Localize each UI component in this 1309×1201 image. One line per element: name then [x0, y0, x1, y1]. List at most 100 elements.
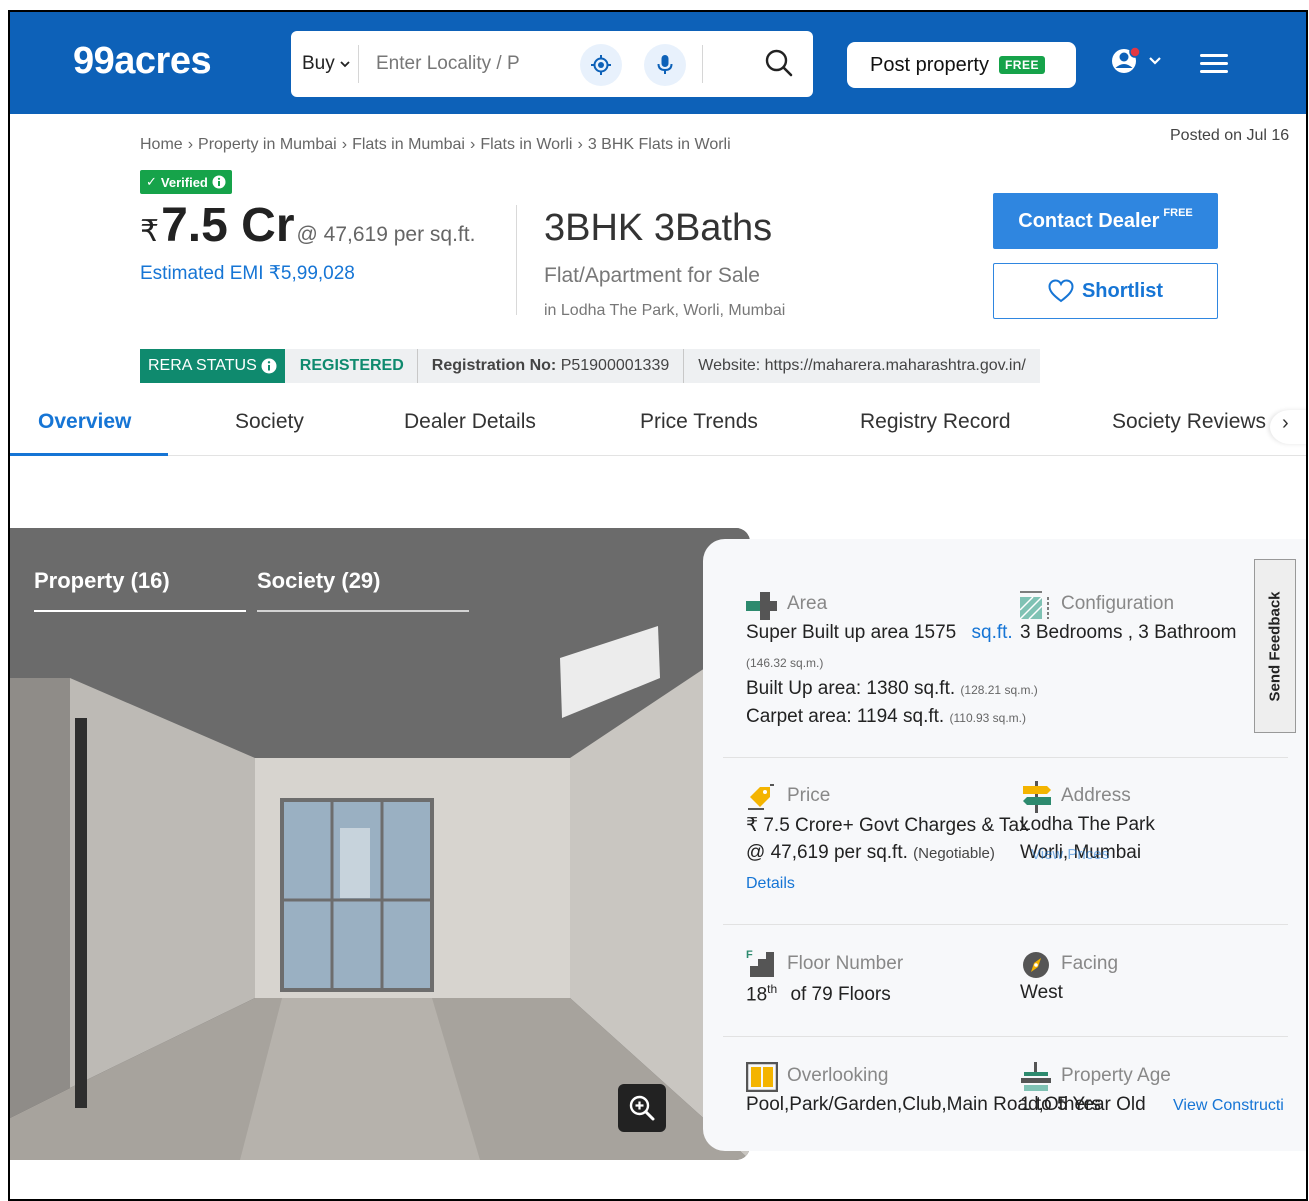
- area-label: Area: [787, 593, 828, 614]
- search-input[interactable]: [376, 49, 546, 79]
- view-prices-link[interactable]: View Prices: [1031, 846, 1109, 863]
- chevron-down-icon: [340, 61, 350, 68]
- check-icon: ✓: [146, 174, 157, 189]
- price-per-value: @ 47,619 per sq.ft.: [746, 842, 908, 863]
- property-location: in Lodha The Park, Worli, Mumbai: [544, 302, 786, 319]
- compass-icon: [1023, 952, 1049, 978]
- voice-search-button[interactable]: [644, 44, 686, 86]
- tab-overview[interactable]: Overview: [38, 410, 131, 434]
- estimated-emi-link[interactable]: Estimated EMI ₹5,99,028: [140, 262, 355, 285]
- price-tag-icon: [748, 784, 774, 810]
- breadcrumb-property-mumbai[interactable]: Property in Mumbai: [198, 136, 337, 154]
- microphone-icon: [657, 55, 673, 74]
- area-icon: [746, 592, 777, 620]
- facing-value: West: [1020, 982, 1063, 1003]
- breadcrumb-flats-worli[interactable]: Flats in Worli: [480, 136, 572, 154]
- active-tab-indicator: [10, 453, 168, 456]
- rera-website[interactable]: Website: https://maharera.maharashtra.go…: [683, 349, 1040, 383]
- hamburger-line: [1200, 70, 1228, 73]
- floor-icon: F: [746, 949, 774, 977]
- property-type: Flat/Apartment for Sale: [544, 264, 760, 287]
- tab-registry-record[interactable]: Registry Record: [860, 410, 1011, 434]
- overlooking-icon: [746, 1062, 778, 1092]
- breadcrumb-home[interactable]: Home: [140, 136, 183, 154]
- address-line-1: Lodha The Park: [1020, 814, 1155, 835]
- svg-text:F: F: [746, 949, 753, 961]
- price-block: ₹ 7.5 Cr @ 47,619 per sq.ft.: [140, 198, 475, 253]
- price-details-link[interactable]: Details: [746, 875, 795, 893]
- verified-label: Verified: [160, 174, 208, 190]
- property-details-card: Area Super Built up area 1575 sq.ft. (14…: [703, 539, 1306, 1151]
- search-button[interactable]: [761, 45, 797, 81]
- tab-society-reviews[interactable]: Society Reviews: [1112, 410, 1266, 434]
- property-age-value: 1 to 5 Year Old: [1020, 1094, 1146, 1115]
- search-divider-2: [702, 45, 703, 83]
- registration-label: Registration No:: [431, 357, 557, 374]
- registration-number: P51900001339: [560, 357, 670, 374]
- facing-label: Facing: [1061, 953, 1119, 974]
- carpet-value: Carpet area: 1194 sq.ft.: [746, 706, 945, 727]
- configuration-value: 3 Bedrooms , 3 Bathroom: [1020, 622, 1237, 643]
- buy-label: Buy: [302, 53, 335, 74]
- send-feedback-tab[interactable]: Send Feedback: [1254, 559, 1296, 733]
- tabs-next-arrow-icon[interactable]: ›: [1270, 410, 1306, 444]
- tab-price-trends[interactable]: Price Trends: [640, 410, 758, 434]
- tab-society[interactable]: Society: [235, 410, 304, 434]
- search-bar: Buy: [291, 31, 813, 97]
- shortlist-button[interactable]: Shortlist: [993, 263, 1218, 319]
- price-label: Price: [787, 785, 831, 806]
- hamburger-line: [1200, 62, 1228, 65]
- overlooking-label: Overlooking: [787, 1065, 889, 1086]
- super-built-up-sqm: (146.32 sq.m.): [746, 656, 824, 670]
- property-photo: [10, 528, 750, 1160]
- address-label: Address: [1061, 785, 1131, 806]
- price-per-sqft: @ 47,619 per sq.ft.: [296, 223, 476, 246]
- gallery-tab-property[interactable]: Property (16): [34, 568, 170, 594]
- buy-dropdown[interactable]: Buy: [302, 53, 351, 75]
- gallery-tab-society[interactable]: Society (29): [257, 568, 381, 594]
- header-divider: [516, 205, 517, 315]
- user-icon: [1112, 46, 1141, 73]
- breadcrumb-separator: ›: [577, 136, 583, 153]
- rera-status-badge: RERA STATUS: [140, 349, 285, 383]
- section-divider: [723, 1036, 1288, 1037]
- posted-date: Posted on Jul 16: [1170, 127, 1290, 144]
- rera-status-bar: RERA STATUS REGISTERED Registration No: …: [140, 349, 1040, 383]
- section-divider: [723, 924, 1288, 925]
- post-property-button[interactable]: Post property FREE: [847, 42, 1076, 88]
- photo-gallery[interactable]: Property (16) Society (29): [10, 528, 750, 1160]
- super-built-up-area: Super Built up area 1575 sq.ft.: [746, 622, 1013, 644]
- breadcrumb-3bhk-worli[interactable]: 3 BHK Flats in Worli: [588, 136, 731, 154]
- locate-me-button[interactable]: [580, 44, 622, 86]
- zoom-in-icon: [629, 1095, 655, 1121]
- gallery-tab-society-underline: [257, 610, 469, 612]
- breadcrumb-separator: ›: [469, 136, 476, 153]
- logo[interactable]: 99acres: [73, 40, 212, 83]
- area-unit-dropdown[interactable]: sq.ft.: [972, 622, 1013, 643]
- floor-label: Floor Number: [787, 953, 904, 974]
- signpost-icon: [1023, 781, 1051, 813]
- contact-dealer-button[interactable]: Contact Dealer FREE: [993, 193, 1218, 249]
- currency-symbol: ₹: [140, 215, 160, 248]
- floor-total: of 79 Floors: [790, 984, 891, 1006]
- price-value: 7.5 Cr: [161, 199, 295, 252]
- info-icon[interactable]: [212, 175, 226, 189]
- page-frame: 99acres Buy Post property FREE: [8, 10, 1308, 1201]
- shortlist-label: Shortlist: [1081, 279, 1164, 302]
- info-icon[interactable]: [261, 358, 277, 374]
- rera-status-label: RERA STATUS: [148, 357, 257, 374]
- built-up-value: Built Up area: 1380 sq.ft.: [746, 678, 956, 699]
- built-up-area: Built Up area: 1380 sq.ft. (128.21 sq.m.…: [746, 678, 1038, 700]
- property-age-label: Property Age: [1061, 1065, 1171, 1086]
- heart-icon: [1048, 279, 1074, 303]
- top-navbar: 99acres Buy Post property FREE: [10, 12, 1306, 114]
- view-construction-link[interactable]: View Constructi: [1173, 1097, 1284, 1115]
- tab-dealer-details[interactable]: Dealer Details: [404, 410, 536, 434]
- user-menu[interactable]: [1110, 46, 1162, 76]
- breadcrumb-flats-mumbai[interactable]: Flats in Mumbai: [352, 136, 465, 154]
- hamburger-menu-icon[interactable]: [1200, 54, 1228, 76]
- rera-registered-status: REGISTERED: [284, 349, 417, 383]
- search-icon: [765, 49, 793, 77]
- zoom-button[interactable]: [618, 1084, 666, 1132]
- built-up-sqm: (128.21 sq.m.): [960, 683, 1038, 697]
